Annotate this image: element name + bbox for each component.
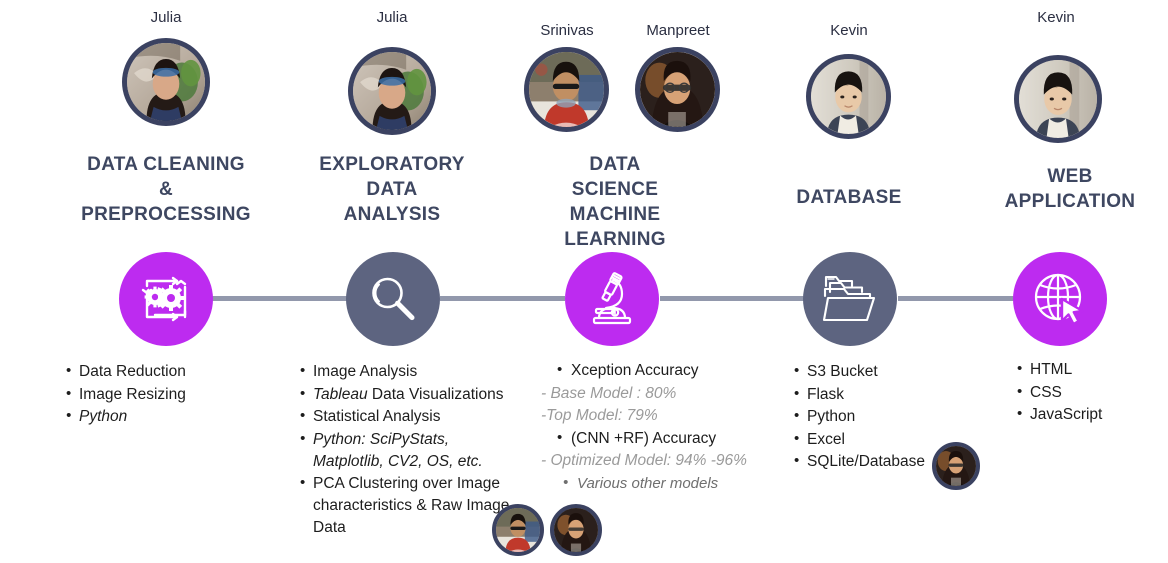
title-line: ANALYSIS (343, 204, 441, 225)
title-line: PREPROCESSING (81, 204, 251, 225)
list-item: S3 Bucket (794, 360, 980, 383)
avatar-kevin-2 (1014, 55, 1102, 143)
person-name-kevin-2: Kevin (1037, 9, 1075, 26)
title-line: APPLICATION (1004, 191, 1136, 212)
avatar-photo (127, 43, 205, 121)
icon-circle-eda[interactable] (346, 252, 440, 346)
list-item: CSS (1017, 381, 1163, 404)
avatar-photo (640, 52, 715, 127)
list-item: HTML (1017, 358, 1163, 381)
title-line: DATA (366, 179, 418, 200)
list-item: Statistical Analysis (300, 405, 511, 428)
stage-title-eda: EXPLORATORY DATA ANALYSIS (282, 152, 502, 227)
avatar-kevin-1 (806, 54, 891, 139)
avatar-julia-1 (122, 38, 210, 126)
title-line: EXPLORATORY (319, 154, 465, 175)
list-item-rest: Data Visualizations (367, 385, 504, 403)
list-item-note: - Base Model : 80% (541, 384, 677, 402)
icon-circle-data-cleaning[interactable] (119, 252, 213, 346)
stage-title-web-application: WEB APPLICATION (972, 164, 1168, 214)
person-name-manpreet: Manpreet (646, 22, 710, 39)
connector-line-4 (898, 296, 1014, 301)
avatar-julia-2 (348, 47, 436, 135)
person-name-julia-1: Julia (150, 9, 182, 26)
list-item: Python (794, 405, 980, 428)
connector-line-2 (440, 296, 565, 301)
magnifier-icon (366, 272, 420, 326)
stage-title-database: DATABASE (758, 185, 940, 210)
list-item: Tableau Data Visualizations (300, 383, 511, 406)
list-item: Xception Accuracy (541, 359, 759, 382)
pipeline-diagram: Julia DATA CLEANING & PREPROCESSING • Da… (0, 0, 1168, 563)
avatar-photo (811, 59, 886, 134)
list-item-note: - Optimized Model: 94% -96% (541, 452, 747, 469)
folder-files-icon (822, 274, 878, 324)
list-item: Data Reduction (66, 360, 272, 383)
avatar-manpreet (635, 47, 720, 132)
title-line: WEB (1047, 166, 1093, 187)
title-line: SCIENCE (571, 179, 659, 200)
stage-title-ds-ml: DATA SCIENCE MACHINE LEARNING (520, 152, 710, 252)
globe-cursor-icon (1031, 270, 1089, 328)
inline-avatar-manpreet-database (932, 442, 980, 490)
list-item: (CNN +RF) Accuracy (541, 427, 759, 450)
person-name-julia-2: Julia (376, 9, 408, 26)
title-line: MACHINE (569, 204, 661, 225)
icon-circle-ds-ml[interactable] (565, 252, 659, 346)
inline-avatar-srinivas (492, 504, 544, 556)
avatar-photo (353, 52, 431, 130)
bullet-list-data-cleaning: Data Reduction Image Resizing Python (62, 360, 272, 429)
connector-line-3 (660, 296, 805, 301)
title-line: DATABASE (796, 187, 902, 208)
person-name-srinivas: Srinivas (540, 22, 594, 39)
bullet-list-web-application: HTML CSS JavaScript (1013, 358, 1163, 427)
inline-avatar-manpreet-eda (550, 504, 602, 556)
list-item: Various other models (541, 472, 759, 495)
icon-circle-database[interactable] (803, 252, 897, 346)
avatar-srinivas (524, 47, 609, 132)
list-item-emphasis: Tableau (313, 385, 368, 403)
gears-refresh-icon (137, 273, 195, 325)
avatar-photo (1019, 60, 1097, 138)
person-name-kevin-1: Kevin (830, 22, 868, 39)
microscope-icon (584, 271, 640, 327)
title-line: DATA (589, 154, 641, 175)
list-item: Python: SciPyStats, Matplotlib, CV2, OS,… (300, 428, 511, 473)
list-item-note: -Top Model: 79% (541, 407, 658, 424)
list-item: PCA Clustering over Image characteristic… (300, 472, 511, 539)
list-item: JavaScript (1017, 403, 1163, 426)
title-line: & (158, 179, 174, 200)
list-item: Image Analysis (300, 360, 511, 383)
avatar-photo (529, 52, 604, 127)
list-item: Flask (794, 383, 980, 406)
icon-circle-web-application[interactable] (1013, 252, 1107, 346)
bullet-list-eda: Image Analysis Tableau Data Visualizatio… (296, 360, 511, 540)
bullet-list-ds-ml: Xception Accuracy - Base Model : 80% -To… (524, 359, 759, 495)
list-item: Python (66, 405, 272, 428)
list-item: Image Resizing (66, 383, 272, 406)
stage-title-data-cleaning: DATA CLEANING & PREPROCESSING (54, 152, 278, 227)
title-line: LEARNING (564, 229, 666, 250)
connector-line-1 (207, 296, 347, 301)
title-line: DATA CLEANING (87, 154, 245, 175)
